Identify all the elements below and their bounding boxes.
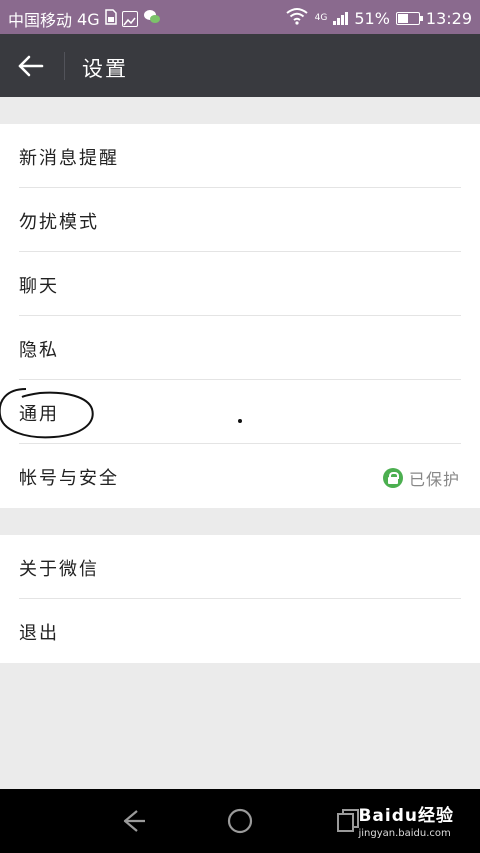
system-nav-bar: Baidu经验 jingyan.baidu.com bbox=[0, 789, 480, 853]
settings-item-about-wechat[interactable]: 关于微信 bbox=[0, 535, 480, 599]
settings-item-label: 聊天 bbox=[19, 276, 59, 297]
settings-item-privacy[interactable]: 隐私 bbox=[0, 316, 480, 380]
title-divider bbox=[64, 52, 65, 80]
settings-item-do-not-disturb[interactable]: 勿扰模式 bbox=[0, 188, 480, 252]
annotation-dot bbox=[238, 419, 242, 423]
nav-home-icon bbox=[227, 808, 253, 834]
arrow-left-icon bbox=[18, 55, 44, 77]
status-bar: 中国移动 4G 4G 51% 13:29 bbox=[0, 0, 480, 34]
sim-icon bbox=[104, 9, 117, 29]
page-title: 设置 bbox=[82, 57, 128, 81]
back-button[interactable] bbox=[14, 50, 48, 82]
nav-back-button[interactable] bbox=[117, 805, 149, 837]
lock-icon bbox=[382, 468, 403, 488]
settings-item-label: 勿扰模式 bbox=[19, 212, 99, 233]
battery-icon bbox=[395, 11, 423, 25]
clock: 13:29 bbox=[425, 8, 472, 28]
protection-status-text: 已保护 bbox=[408, 470, 460, 489]
network-type-small: 4G bbox=[314, 12, 328, 23]
settings-item-label: 新消息提醒 bbox=[19, 148, 119, 169]
settings-item-account-security[interactable]: 帐号与安全 已保护 bbox=[0, 444, 480, 508]
settings-item-label: 关于微信 bbox=[19, 559, 99, 580]
battery-percent: 51% bbox=[354, 8, 390, 28]
image-notification-icon bbox=[121, 11, 138, 27]
settings-item-new-message[interactable]: 新消息提醒 bbox=[0, 124, 480, 188]
settings-item-label: 退出 bbox=[19, 623, 59, 644]
network-type: 4G bbox=[77, 9, 100, 29]
settings-item-label: 通用 bbox=[19, 404, 59, 425]
status-right: 4G 51% 13:29 bbox=[285, 7, 472, 29]
carrier-name: 中国移动 bbox=[8, 11, 73, 30]
nav-home-button[interactable] bbox=[224, 805, 256, 837]
signal-icon bbox=[333, 11, 349, 25]
watermark-url: jingyan.baidu.com bbox=[358, 828, 451, 839]
baidu-watermark: Baidu经验 jingyan.baidu.com bbox=[358, 801, 454, 839]
settings-item-logout[interactable]: 退出 bbox=[0, 599, 480, 663]
settings-group-secondary: 关于微信 退出 bbox=[0, 535, 480, 663]
settings-item-label: 隐私 bbox=[19, 340, 59, 361]
title-bar: 设置 bbox=[0, 34, 480, 97]
settings-item-label: 帐号与安全 bbox=[19, 468, 119, 489]
network-indicator: 4G bbox=[314, 12, 328, 23]
settings-group-main: 新消息提醒 勿扰模式 聊天 隐私 通用 帐号与安全 已保护 bbox=[0, 124, 480, 508]
protection-status: 已保护 bbox=[382, 466, 460, 490]
wifi-icon bbox=[285, 7, 309, 29]
watermark-brand: Baidu经验 bbox=[358, 806, 454, 826]
nav-back-icon bbox=[123, 810, 145, 832]
settings-item-general[interactable]: 通用 bbox=[0, 380, 480, 444]
settings-item-chat[interactable]: 聊天 bbox=[0, 252, 480, 316]
wechat-notification-icon bbox=[143, 9, 161, 29]
status-left: 中国移动 4G bbox=[8, 7, 161, 31]
